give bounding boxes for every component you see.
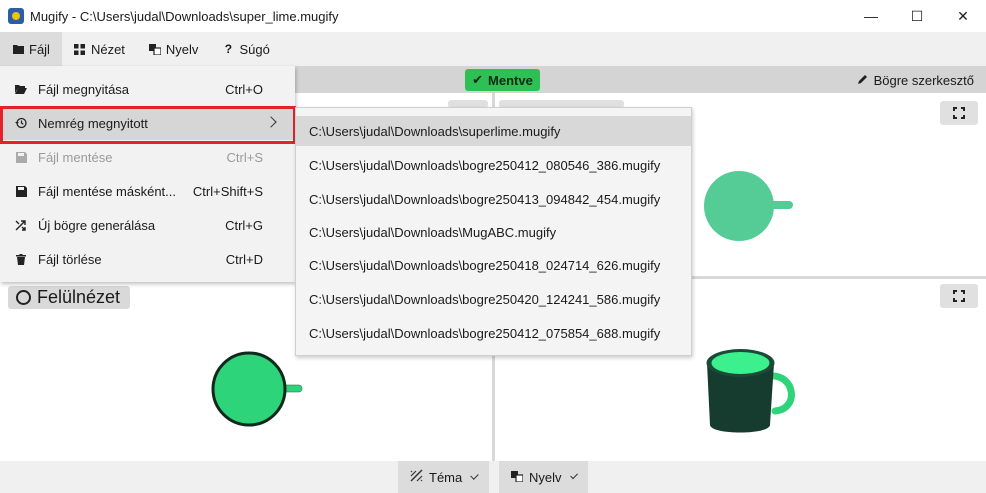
recent-file-item[interactable]: C:\Users\judal\Downloads\bogre250413_094… [296, 184, 691, 214]
mug-editor-button[interactable]: Bögre szerkesztő [857, 70, 974, 90]
recent-file-item[interactable]: C:\Users\judal\Downloads\superlime.mugif… [296, 116, 691, 146]
fullscreen-button-bottom-right[interactable] [940, 284, 978, 308]
fullscreen-icon [953, 107, 965, 119]
window-title: Mugify - C:\Users\judal\Downloads\super_… [30, 8, 339, 24]
check-icon: ✔ [472, 72, 484, 87]
menu-help[interactable]: ? Súgó [210, 32, 281, 66]
mug-editor-label: Bögre szerkesztő [873, 72, 974, 88]
trash-icon [14, 253, 28, 265]
menu-view[interactable]: Nézet [62, 32, 137, 66]
recent-file-item[interactable]: C:\Users\judal\Downloads\bogre250412_080… [296, 150, 691, 180]
question-icon: ? [224, 42, 233, 56]
menu-view-label: Nézet [90, 41, 125, 57]
translate-icon [511, 470, 524, 485]
chevron-down-icon [569, 470, 578, 480]
menu-item-label: Fájl mentése [38, 149, 113, 165]
menu-help-label: Súgó [239, 41, 270, 57]
theme-label: Téma [429, 469, 463, 485]
recent-file-item[interactable]: C:\Users\judal\Downloads\bogre250420_124… [296, 284, 691, 314]
menu-file[interactable]: Fájl [0, 32, 62, 66]
chevron-down-icon [470, 470, 479, 480]
menu-bar: Fájl Nézet Nyelv ? Súgó [0, 32, 986, 66]
menu-item-shortcut: Ctrl+O [225, 81, 263, 97]
menu-item-label: Új bögre generálása [38, 217, 156, 233]
minimize-button[interactable]: — [848, 0, 894, 32]
window-controls: — ☐ ✕ [848, 0, 986, 32]
menu-item-label: Fájl mentése másként... [38, 183, 176, 199]
pencil-icon [857, 73, 869, 88]
recent-file-item[interactable]: C:\Users\judal\Downloads\MugABC.mugify [296, 217, 691, 247]
menu-item-save-file[interactable]: Fájl mentése Ctrl+S [0, 140, 295, 174]
menu-item-label: Fájl megnyitása [38, 81, 130, 97]
shuffle-icon [14, 219, 28, 231]
app-logo-icon [8, 8, 24, 24]
saved-status-badge: ✔ Mentve [465, 69, 540, 91]
translate-icon [148, 43, 161, 55]
recent-file-item[interactable]: C:\Users\judal\Downloads\bogre250412_075… [296, 318, 691, 348]
recent-file-item[interactable]: C:\Users\judal\Downloads\bogre250418_024… [296, 250, 691, 280]
menu-item-open-file[interactable]: Fájl megnyitása Ctrl+O [0, 72, 295, 106]
fullscreen-icon [953, 290, 965, 302]
maximize-button[interactable]: ☐ [894, 0, 940, 32]
menu-item-label: Fájl törlése [38, 251, 102, 267]
top-view-label[interactable]: Felülnézet [8, 286, 131, 309]
fullscreen-button-top-right[interactable] [940, 101, 978, 125]
menu-item-generate-mug[interactable]: Új bögre generálása Ctrl+G [0, 208, 295, 242]
menu-item-shortcut: Ctrl+S [226, 149, 263, 165]
folder-open-icon [14, 84, 28, 94]
menu-file-label: Fájl [29, 41, 50, 57]
file-dropdown-menu: Fájl megnyitása Ctrl+O Nemrég megnyitott… [0, 66, 295, 282]
save-icon [14, 151, 28, 163]
theme-button[interactable]: Téma [398, 461, 489, 493]
menu-language-label: Nyelv [165, 41, 199, 57]
close-button[interactable]: ✕ [940, 0, 986, 32]
title-bar: Mugify - C:\Users\judal\Downloads\super_… [0, 0, 986, 32]
folder-icon [12, 44, 24, 54]
top-view-label-text: Felülnézet [37, 287, 121, 307]
menu-item-shortcut: Ctrl+Shift+S [192, 183, 263, 199]
language-button[interactable]: Nyelv [499, 461, 588, 493]
bottom-bar [0, 461, 986, 493]
menu-item-save-as[interactable]: Fájl mentése másként... Ctrl+Shift+S [0, 174, 295, 208]
theme-icon [410, 469, 423, 485]
highlight-annotation-box [0, 106, 296, 144]
menu-language[interactable]: Nyelv [137, 32, 211, 66]
language-label: Nyelv [529, 469, 562, 485]
menu-item-shortcut: Ctrl+G [225, 217, 263, 233]
circle-icon [16, 290, 31, 305]
recent-files-submenu: C:\Users\judal\Downloads\superlime.mugif… [295, 107, 692, 356]
saved-status-label: Mentve [488, 72, 533, 88]
menu-item-delete-file[interactable]: Fájl törlése Ctrl+D [0, 242, 295, 276]
grid-icon [74, 43, 86, 55]
save-as-icon [14, 185, 28, 197]
menu-item-shortcut: Ctrl+D [225, 251, 263, 267]
